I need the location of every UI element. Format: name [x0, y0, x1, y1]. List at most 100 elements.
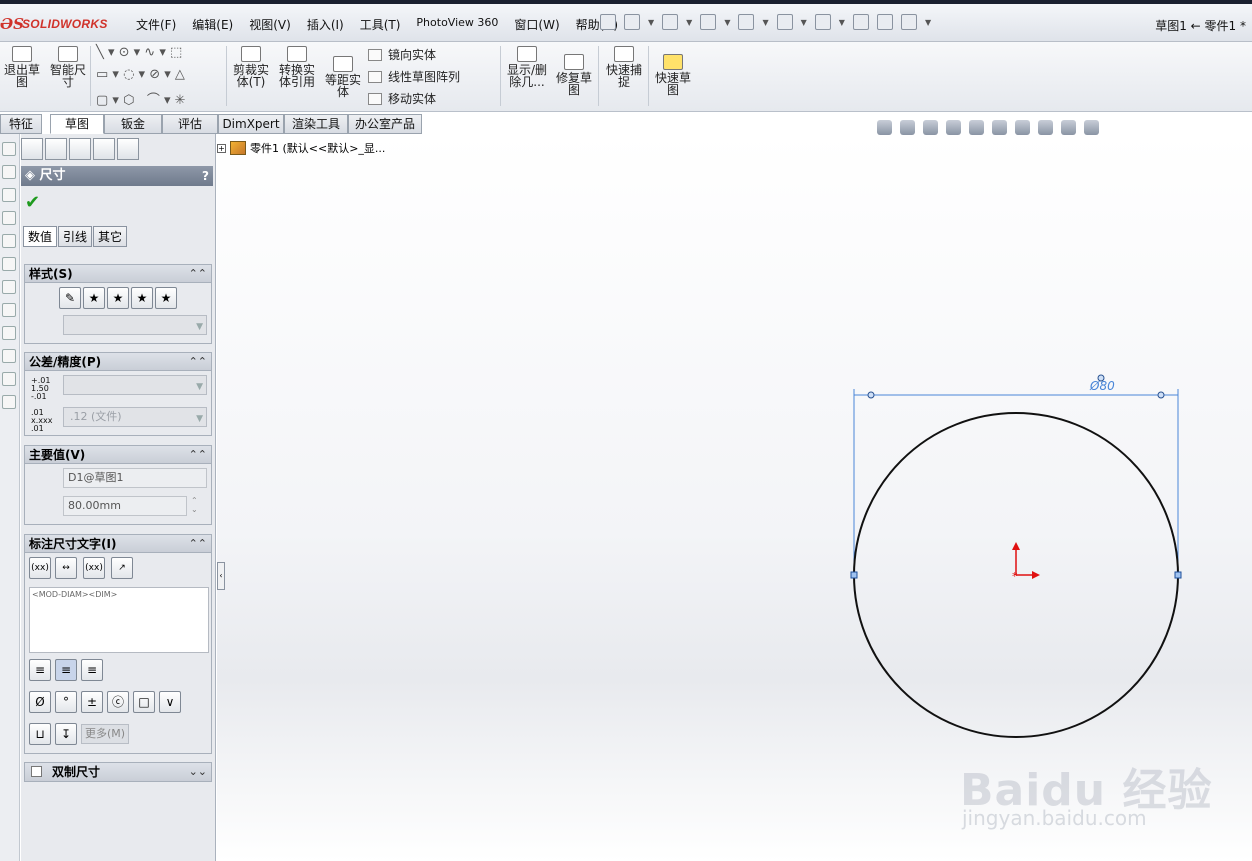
tab-other[interactable]: 其它: [93, 226, 128, 247]
zoom-to-fit-icon[interactable]: [877, 120, 892, 135]
strip-tool-icon[interactable]: [2, 303, 16, 317]
dimension-text-area[interactable]: <MOD-DIAM><DIM>: [29, 587, 209, 653]
tab-evaluate[interactable]: 评估: [162, 114, 218, 134]
centerline-symbol-button[interactable]: ⓒ: [107, 691, 129, 713]
arrow-handle-right[interactable]: [1157, 391, 1165, 399]
dimxpert-manager-tab-icon[interactable]: [93, 138, 115, 160]
dropdown-arrow-icon[interactable]: ▼: [925, 18, 931, 27]
options-icon[interactable]: [900, 14, 917, 30]
style-select[interactable]: ▼: [63, 315, 207, 335]
tab-render-tools[interactable]: 渲染工具: [284, 114, 348, 134]
degree-symbol-button[interactable]: °: [55, 691, 77, 713]
parentheses-icon[interactable]: (xx): [29, 557, 51, 579]
more-symbols-button[interactable]: 更多(M): [81, 724, 129, 744]
menu-insert[interactable]: 插入(I): [299, 16, 352, 33]
display-manager-tab-icon[interactable]: [117, 138, 139, 160]
inspection-dimension-icon[interactable]: (xx): [83, 557, 105, 579]
counterbore-symbol-icon[interactable]: ⊔: [29, 723, 51, 745]
align-center-icon[interactable]: ≡: [55, 659, 77, 681]
menu-file[interactable]: 文件(F): [128, 16, 184, 33]
align-right-icon[interactable]: ≡: [81, 659, 103, 681]
mirror-entities-button[interactable]: 镜向实体: [368, 46, 436, 63]
origin-point-icon[interactable]: *: [1012, 570, 1018, 583]
dropdown-arrow-icon[interactable]: ▼: [762, 18, 768, 27]
save-icon[interactable]: [700, 14, 717, 30]
move-entities-button[interactable]: 移动实体: [368, 90, 436, 107]
center-dimension-icon[interactable]: ↔: [55, 557, 77, 579]
offset-entities-button[interactable]: 等距实体: [322, 54, 364, 98]
strip-tool-icon[interactable]: [2, 165, 16, 179]
tolerance-type-select[interactable]: ▼: [63, 375, 207, 395]
tab-features[interactable]: 特征: [0, 114, 42, 134]
view-orientation-icon[interactable]: [969, 120, 984, 135]
plus-minus-symbol-button[interactable]: ±: [81, 691, 103, 713]
strip-tool-icon[interactable]: [2, 188, 16, 202]
file-properties-icon[interactable]: [876, 14, 893, 30]
apply-scene-icon[interactable]: [1061, 120, 1076, 135]
expand-icon[interactable]: ⌄⌄: [189, 763, 207, 781]
sketch-canvas[interactable]: Ø80 *: [217, 134, 1252, 861]
exit-sketch-button[interactable]: 退出草图: [2, 44, 42, 88]
precision-select[interactable]: .12 (文件) ▼: [63, 407, 207, 427]
apply-default-style-icon[interactable]: ✎: [59, 287, 81, 309]
collapse-icon[interactable]: ⌃⌃: [189, 446, 207, 464]
trim-entities-button[interactable]: 剪裁实体(T): [230, 44, 272, 88]
strip-tool-icon[interactable]: [2, 395, 16, 409]
tab-value[interactable]: 数值: [23, 226, 58, 247]
tab-sketch[interactable]: 草图: [50, 114, 104, 134]
collapse-icon[interactable]: ⌃⌃: [189, 353, 207, 371]
strip-tool-icon[interactable]: [2, 234, 16, 248]
strip-tool-icon[interactable]: [2, 349, 16, 363]
property-manager-tab-icon[interactable]: [45, 138, 67, 160]
ok-check-icon[interactable]: ✔: [25, 192, 40, 213]
convert-entities-button[interactable]: 转换实体引用: [275, 44, 319, 88]
offset-text-icon[interactable]: ↗: [111, 557, 133, 579]
slot-tool-icon[interactable]: ▢ ▾ ⬡ ⌒ ▾ ✳: [96, 89, 186, 108]
linear-pattern-button[interactable]: 线性草图阵列: [368, 68, 460, 85]
help-button[interactable]: ?: [202, 166, 209, 186]
dropdown-arrow-icon[interactable]: ▼: [648, 18, 654, 27]
open-icon[interactable]: [662, 14, 679, 30]
arrow-handle-left[interactable]: [867, 391, 875, 399]
dropdown-arrow-icon[interactable]: ▼: [686, 18, 692, 27]
strip-tool-icon[interactable]: [2, 280, 16, 294]
strip-tool-icon[interactable]: [2, 211, 16, 225]
rapid-sketch-button[interactable]: 快速草图: [652, 52, 694, 96]
spin-arrows-icon[interactable]: ⌃ ⌄: [191, 496, 198, 514]
strip-tool-icon[interactable]: [2, 372, 16, 386]
menu-edit[interactable]: 编辑(E): [184, 16, 241, 33]
primary-value-group-header[interactable]: 主要值(V) ⌃⌃: [25, 446, 211, 464]
collapse-icon[interactable]: ⌃⌃: [189, 535, 207, 553]
smart-dimension-button[interactable]: 智能尺寸: [48, 44, 88, 88]
dual-dimension-checkbox[interactable]: [31, 766, 42, 777]
hide-show-items-icon[interactable]: [1015, 120, 1030, 135]
menu-window[interactable]: 窗口(W): [506, 16, 567, 33]
countersink-symbol-button[interactable]: ∨: [159, 691, 181, 713]
solidworks-logo[interactable]: ƏS SOLIDWORKS: [0, 12, 118, 38]
view-settings-icon[interactable]: [1084, 120, 1099, 135]
quick-snaps-button[interactable]: 快速捕捉: [603, 44, 645, 88]
dropdown-arrow-icon[interactable]: ▼: [801, 18, 807, 27]
depth-symbol-icon[interactable]: ↧: [55, 723, 77, 745]
undo-icon[interactable]: [776, 14, 793, 30]
rebuild-icon[interactable]: [852, 14, 869, 30]
new-icon[interactable]: [624, 14, 640, 30]
dropdown-arrow-icon[interactable]: ▼: [724, 18, 730, 27]
previous-view-icon[interactable]: [923, 120, 938, 135]
dual-dimension-group-header[interactable]: 双制尺寸 ⌄⌄: [25, 763, 211, 781]
save-style-icon[interactable]: ★: [131, 287, 153, 309]
dimension-text-group-header[interactable]: 标注尺寸文字(I) ⌃⌃: [25, 535, 211, 553]
strip-tool-icon[interactable]: [2, 326, 16, 340]
tab-office-products[interactable]: 办公室产品: [348, 114, 422, 134]
dimension-name-field[interactable]: D1@草图1: [63, 468, 207, 488]
menu-photoview[interactable]: PhotoView 360: [408, 16, 506, 33]
dropdown-arrow-icon[interactable]: ▼: [839, 18, 845, 27]
style-group-header[interactable]: 样式(S) ⌃⌃: [25, 265, 211, 283]
tolerance-group-header[interactable]: 公差/精度(P) ⌃⌃: [25, 353, 211, 371]
graphics-area[interactable]: + 零件1 (默认<<默认>_显... ‹ Ø80 * Baidu 经验 jin…: [217, 120, 1252, 861]
print-icon[interactable]: [738, 14, 755, 30]
dimension-value-field[interactable]: 80.00mm: [63, 496, 187, 516]
edit-appearance-icon[interactable]: [1038, 120, 1053, 135]
select-icon[interactable]: [814, 14, 831, 30]
configuration-manager-tab-icon[interactable]: [69, 138, 91, 160]
